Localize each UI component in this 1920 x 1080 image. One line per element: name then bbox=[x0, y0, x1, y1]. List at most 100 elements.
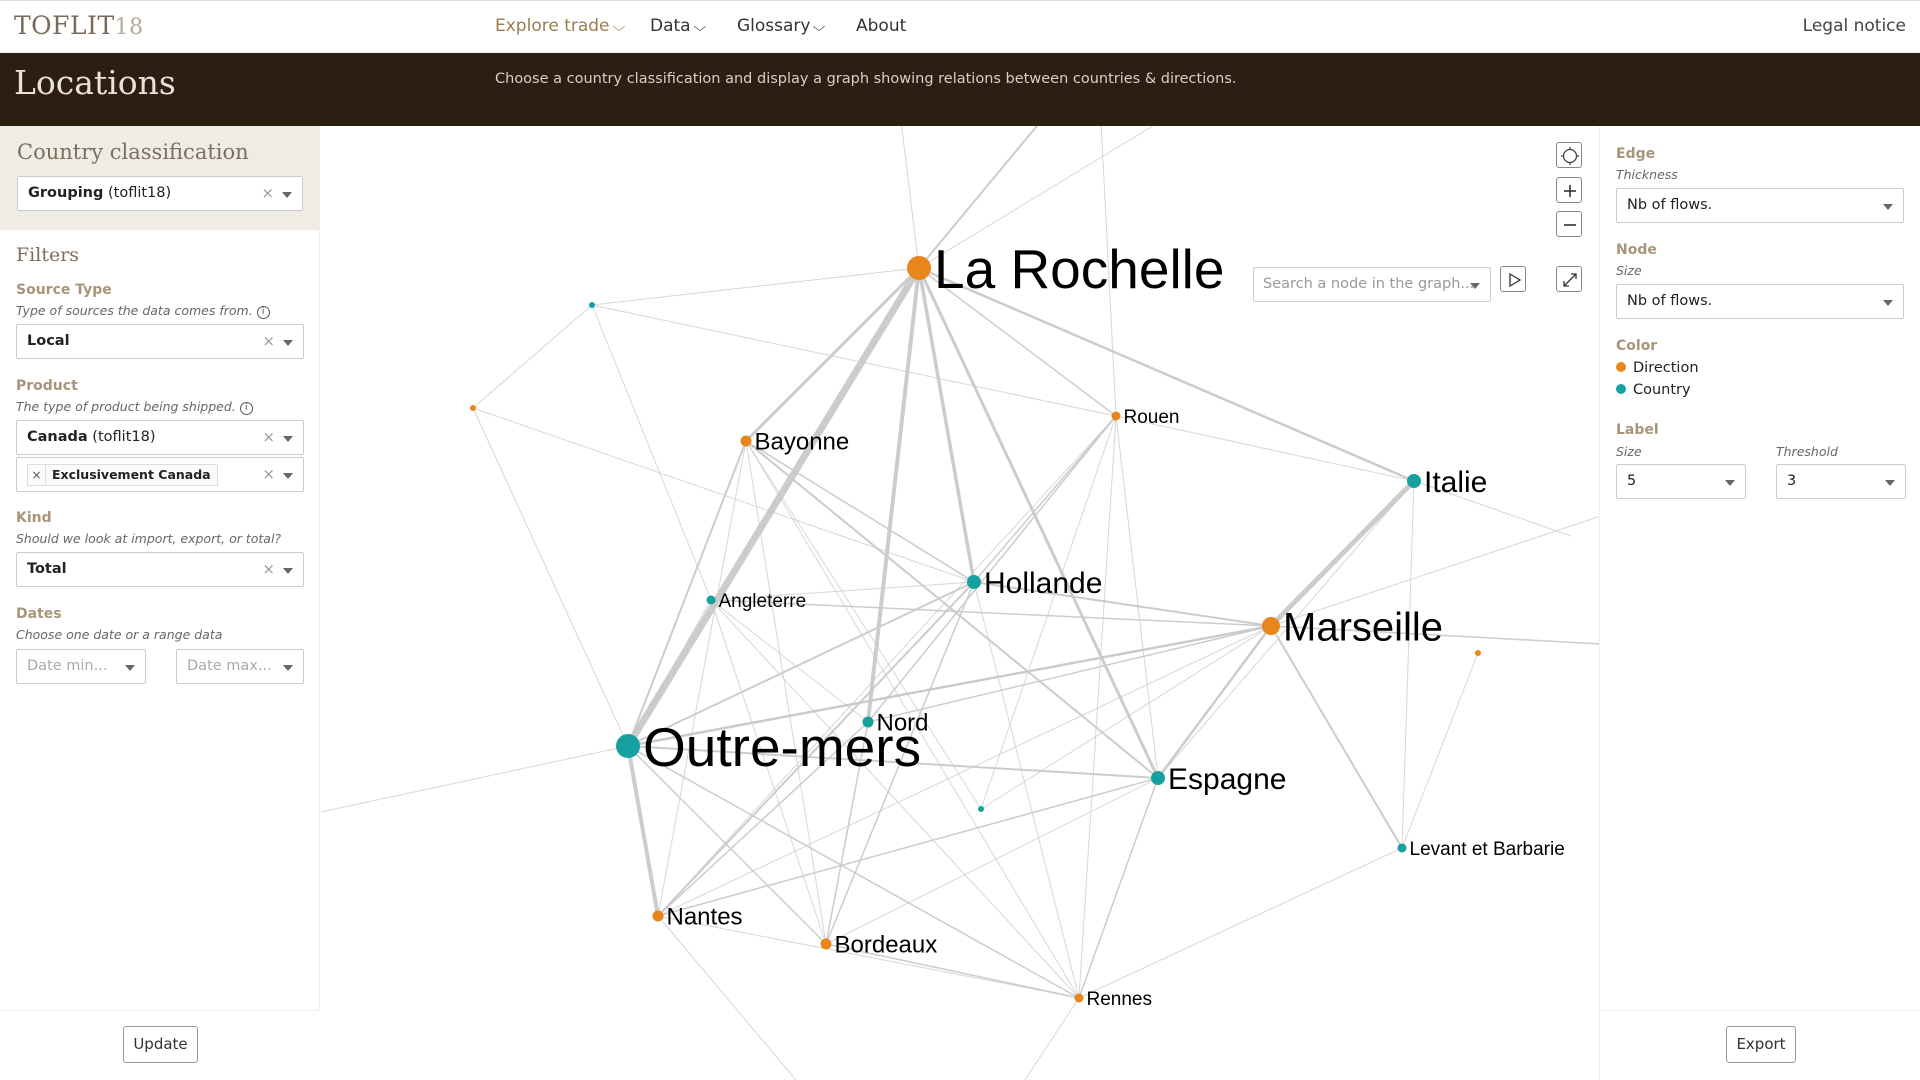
caret-down-icon[interactable] bbox=[1883, 204, 1893, 210]
clear-icon[interactable]: × bbox=[262, 560, 275, 578]
source-type-help: Type of sources the data comes from. i bbox=[16, 303, 270, 319]
country-dot-icon bbox=[1616, 384, 1626, 394]
graph-node-label: Nord bbox=[877, 710, 929, 737]
graph-edge bbox=[980, 415, 1117, 810]
graph-node-label: Hollande bbox=[984, 567, 1102, 600]
product-items-select[interactable]: × Exclusivement Canada × bbox=[16, 457, 304, 492]
remove-tag-icon[interactable]: × bbox=[28, 465, 46, 485]
graph-node[interactable] bbox=[1111, 411, 1121, 421]
product-tag: × Exclusivement Canada bbox=[27, 464, 218, 486]
network-graph[interactable]: La Rochelle Outre-mers Marseille Hollande Es… bbox=[321, 126, 1599, 1080]
play-layout-button[interactable] bbox=[1500, 266, 1526, 292]
legend-country: Country bbox=[1616, 382, 1691, 398]
nav-explore-trade-label: Explore trade bbox=[495, 16, 610, 36]
caret-down-icon[interactable] bbox=[1883, 300, 1893, 306]
caret-down-icon[interactable] bbox=[1725, 480, 1735, 486]
graph-node[interactable] bbox=[706, 595, 716, 605]
kind-value: Total bbox=[27, 561, 67, 577]
clear-icon[interactable]: × bbox=[262, 465, 275, 483]
graph-node-label: Rouen bbox=[1124, 407, 1180, 428]
edge-thickness-value: Nb of flows. bbox=[1627, 197, 1713, 213]
graph-node[interactable] bbox=[1262, 617, 1280, 635]
graph-node[interactable] bbox=[820, 938, 832, 950]
center-view-button[interactable] bbox=[1556, 142, 1582, 168]
graph-node[interactable] bbox=[1407, 474, 1421, 488]
graph-node[interactable] bbox=[862, 716, 874, 728]
clear-icon[interactable]: × bbox=[261, 184, 274, 202]
clear-icon[interactable]: × bbox=[262, 332, 275, 350]
source-type-value: Local bbox=[27, 333, 70, 349]
left-footer: Update bbox=[0, 1010, 320, 1080]
minus-icon bbox=[1564, 224, 1576, 226]
graph-edge bbox=[1078, 847, 1403, 999]
info-icon[interactable]: i bbox=[239, 402, 253, 415]
logo[interactable]: TOFLIT18 bbox=[14, 11, 144, 40]
zoom-in-button[interactable] bbox=[1556, 177, 1582, 203]
graph-edge bbox=[472, 407, 629, 747]
graph-edge bbox=[973, 415, 1117, 583]
kind-select[interactable]: Total × bbox=[16, 552, 304, 587]
nav-data-label: Data bbox=[650, 16, 691, 36]
export-button[interactable]: Export bbox=[1726, 1026, 1796, 1063]
fullscreen-button[interactable] bbox=[1556, 266, 1582, 292]
classification-value: Grouping (toflit18) bbox=[28, 185, 172, 201]
plus-icon bbox=[1564, 185, 1576, 197]
caret-down-icon[interactable] bbox=[283, 340, 293, 346]
classification-box: Country classification Grouping (toflit1… bbox=[0, 126, 320, 230]
graph-node-label: Bayonne bbox=[755, 429, 850, 456]
threshold-value: 3 bbox=[1787, 473, 1797, 489]
classification-select[interactable]: Grouping (toflit18) × bbox=[17, 176, 303, 211]
graph-node-label: Espagne bbox=[1168, 763, 1286, 796]
graph-edge bbox=[591, 267, 920, 306]
graph-node-label: Nantes bbox=[667, 904, 743, 931]
legal-notice-link[interactable]: Legal notice bbox=[1803, 16, 1906, 36]
threshold-select[interactable]: 3 bbox=[1776, 464, 1906, 499]
caret-down-icon[interactable] bbox=[283, 665, 293, 671]
graph-node[interactable] bbox=[616, 734, 640, 758]
direction-dot-icon bbox=[1616, 362, 1626, 372]
caret-down-icon[interactable] bbox=[282, 192, 292, 198]
chevron-down-icon: ⌵ bbox=[813, 20, 826, 35]
nav-explore-trade[interactable]: Explore trade ⌵ bbox=[495, 16, 625, 36]
node-size-select[interactable]: Nb of flows. bbox=[1616, 284, 1904, 319]
graph-node[interactable] bbox=[589, 302, 595, 308]
graph-edge bbox=[1115, 415, 1159, 779]
classification-title: Country classification bbox=[17, 140, 249, 164]
date-max-select[interactable]: Date max... bbox=[176, 649, 304, 684]
source-type-select[interactable]: Local × bbox=[16, 324, 304, 359]
update-button[interactable]: Update bbox=[123, 1026, 198, 1063]
nav-glossary[interactable]: Glossary ⌵ bbox=[737, 16, 826, 36]
nav-about[interactable]: About bbox=[856, 16, 906, 36]
graph-node[interactable] bbox=[652, 910, 664, 922]
nav-data[interactable]: Data ⌵ bbox=[650, 16, 706, 36]
product-select[interactable]: Canada (toflit18) × bbox=[16, 420, 304, 455]
edge-thickness-select[interactable]: Nb of flows. bbox=[1616, 188, 1904, 223]
caret-down-icon[interactable] bbox=[283, 436, 293, 442]
graph-node[interactable] bbox=[1397, 843, 1407, 853]
caret-down-icon[interactable] bbox=[125, 665, 135, 671]
graph-edge bbox=[901, 126, 920, 269]
graph-node[interactable] bbox=[1151, 771, 1165, 785]
right-panel: Edge Thickness Nb of flows. Node Size Nb… bbox=[1599, 126, 1920, 1080]
graph-node[interactable] bbox=[1475, 650, 1481, 656]
graph-node[interactable] bbox=[1074, 993, 1084, 1003]
legend-direction: Direction bbox=[1616, 360, 1699, 376]
right-footer: Export bbox=[1600, 1010, 1920, 1080]
caret-down-icon[interactable] bbox=[1885, 480, 1895, 486]
graph-edge bbox=[1401, 480, 1415, 849]
graph-node[interactable] bbox=[740, 435, 752, 447]
info-icon[interactable]: i bbox=[256, 306, 270, 319]
graph-node[interactable] bbox=[470, 405, 476, 411]
clear-icon[interactable]: × bbox=[262, 428, 275, 446]
caret-down-icon[interactable] bbox=[1470, 283, 1480, 289]
date-min-select[interactable]: Date min... bbox=[16, 649, 146, 684]
logo-main: TOFLIT bbox=[14, 11, 115, 40]
label-size-select[interactable]: 5 bbox=[1616, 464, 1746, 499]
caret-down-icon[interactable] bbox=[283, 473, 293, 479]
graph-node[interactable] bbox=[978, 806, 984, 812]
caret-down-icon[interactable] bbox=[283, 568, 293, 574]
node-search-select[interactable]: Search a node in the graph... bbox=[1253, 267, 1491, 302]
graph-node[interactable] bbox=[907, 256, 931, 280]
graph-node[interactable] bbox=[967, 575, 981, 589]
zoom-out-button[interactable] bbox=[1556, 211, 1582, 237]
